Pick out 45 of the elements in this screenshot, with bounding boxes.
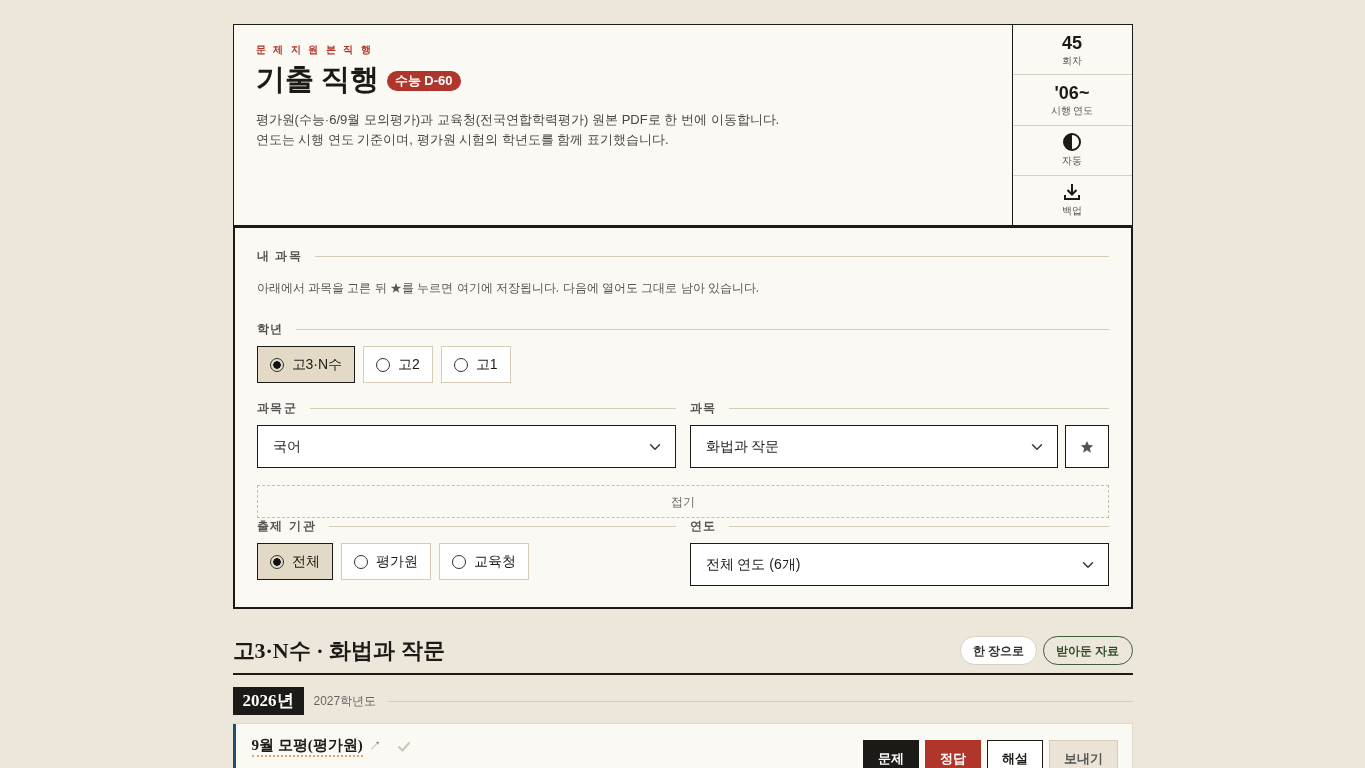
- description-text: 연도는 시행 연도 기준이며, 평가원 시험의 학년도를 함께 표기했습니다.: [255, 131, 670, 149]
- star-icon: [1079, 439, 1094, 454]
- section-label: 연도: [689, 518, 718, 534]
- grade-option[interactable]: 고3·N수: [256, 346, 356, 383]
- year-label: 2026년: [232, 687, 304, 715]
- source-option[interactable]: 평가원: [340, 543, 431, 580]
- check-icon[interactable]: [396, 740, 411, 752]
- problem-button[interactable]: 문제: [862, 740, 919, 768]
- source-option[interactable]: 교육청: [438, 543, 529, 580]
- stat-value: 45: [1062, 31, 1082, 54]
- backup-button[interactable]: 백업: [1054, 180, 1090, 220]
- page-title: 기출 직행: [255, 62, 379, 97]
- subject-select[interactable]: 화법과 작문: [689, 425, 1058, 468]
- school-year-text: 2027학년도: [313, 693, 377, 710]
- solution-button[interactable]: 해설: [986, 740, 1043, 768]
- stat-label: 회차: [1062, 53, 1082, 68]
- theme-button[interactable]: 자동: [1054, 130, 1090, 170]
- results-title: 고3·N수 · 화법과 작문: [232, 637, 445, 665]
- single-page-button[interactable]: 한 장으로: [959, 636, 1038, 665]
- year-select[interactable]: 전체 연도 (6개): [689, 543, 1109, 586]
- exam-title[interactable]: 9월 모평(평가원): [251, 735, 363, 757]
- description-text: 평가원(수능·6/9월 모의평가)과 교육청(전국연합학력평가) 원본 PDF로 한 번에 이동합니다.: [255, 111, 781, 129]
- section-label: 과목: [689, 400, 718, 416]
- countdown-badge: 수능 D-60: [386, 70, 461, 91]
- section-label: 출제 기관: [256, 518, 317, 534]
- grade-option[interactable]: 고2: [363, 346, 433, 383]
- link-arrow[interactable]: ↗: [368, 737, 381, 755]
- grade-option[interactable]: 고1: [440, 346, 511, 383]
- contrast-icon: [1063, 132, 1081, 151]
- section-label: 학년: [256, 321, 285, 337]
- send-button[interactable]: 보내기: [1048, 740, 1118, 768]
- stat-label: 시행 연도: [1050, 103, 1094, 118]
- collapse-button[interactable]: 접기: [256, 485, 1109, 518]
- answer-button[interactable]: 정답: [924, 740, 981, 768]
- stat-value: '06~: [1054, 81, 1090, 104]
- section-label: 과목군: [256, 400, 298, 416]
- star-button[interactable]: [1064, 425, 1109, 468]
- radio-icon: [269, 357, 284, 372]
- tagline-text: 문제지원본직행: [255, 43, 379, 57]
- section-label: 내 과목: [256, 248, 304, 264]
- subject-group-select[interactable]: 국어: [256, 425, 676, 468]
- radio-icon: [269, 554, 284, 569]
- source-option[interactable]: 전체: [256, 543, 333, 580]
- download-icon: [1063, 182, 1081, 201]
- hint-text: 아래에서 과목을 고른 뒤 ★를 누르면 여기에 저장됩니다. 다음에 열어도 그대로 남아 있습니다.: [256, 280, 761, 296]
